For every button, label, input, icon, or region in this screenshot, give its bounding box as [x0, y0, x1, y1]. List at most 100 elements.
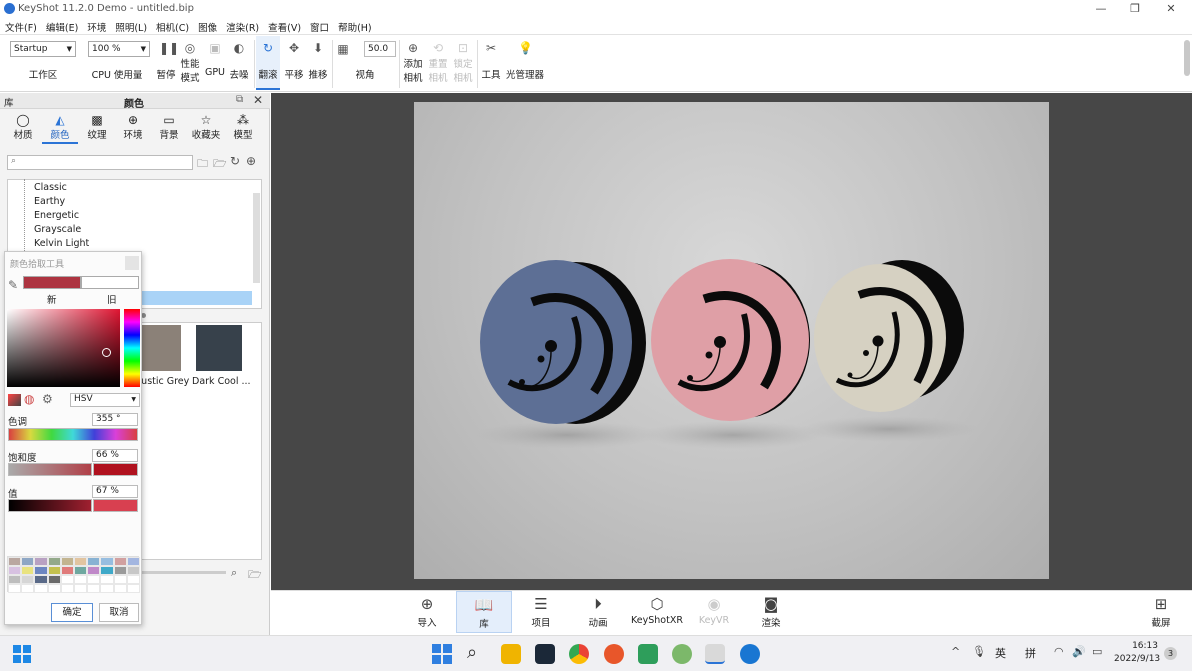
ime-language[interactable]: 英 [995, 645, 1006, 661]
palette-swatch[interactable] [8, 584, 22, 593]
palette-swatch[interactable] [60, 557, 74, 566]
close-button[interactable]: ✕ [1154, 0, 1188, 18]
palette-swatch[interactable] [113, 575, 127, 584]
battery-icon[interactable]: ▭ [1092, 645, 1102, 658]
old-color-preview[interactable] [81, 276, 139, 289]
palette-swatch[interactable] [8, 557, 22, 566]
windows-start-icon[interactable] [13, 645, 31, 663]
tree-item-grayscale[interactable]: Grayscale [34, 224, 81, 235]
render-canvas[interactable] [414, 102, 1049, 579]
tree-item-earthy[interactable]: Earthy [34, 196, 65, 207]
palette-swatch[interactable] [126, 566, 140, 575]
palette-swatch[interactable] [21, 584, 35, 593]
chevron-up-icon[interactable]: ^ [951, 645, 960, 658]
tab-environments[interactable]: ⊕ 环境 [118, 113, 148, 141]
thumbnail-size-slider[interactable] [142, 571, 226, 574]
keyshot-taskbar-icon[interactable] [705, 644, 725, 664]
palette-swatch[interactable] [21, 557, 35, 566]
palette-swatch[interactable] [100, 584, 114, 593]
app-icon-green[interactable] [638, 644, 658, 664]
notification-badge[interactable]: 3 [1164, 647, 1177, 660]
microphone-icon[interactable]: 🎙 [972, 645, 986, 658]
library-button[interactable]: 📖 库 [456, 591, 512, 633]
menu-image[interactable]: 图像 [193, 18, 221, 34]
palette-swatch[interactable] [34, 566, 48, 575]
saturation-input[interactable]: 66 % [92, 449, 138, 462]
color-mode-select[interactable]: HSV ▼ [70, 393, 140, 407]
palette-swatch[interactable] [47, 566, 61, 575]
ok-button[interactable]: 确定 [51, 603, 93, 622]
folder-add-icon[interactable]: 🗀 [197, 155, 208, 174]
palette-swatch[interactable] [47, 557, 61, 566]
palette-swatch[interactable] [87, 575, 101, 584]
start-button-icon[interactable] [432, 644, 452, 664]
undock-icon[interactable]: ⧉ [236, 94, 243, 105]
app-icon-blue[interactable] [740, 644, 760, 664]
tree-item-kelvin-light[interactable]: Kelvin Light [34, 238, 89, 249]
palette-swatch[interactable] [34, 557, 48, 566]
minimize-button[interactable]: — [1084, 0, 1118, 18]
palette-swatch[interactable] [21, 566, 35, 575]
color-cursor[interactable] [102, 348, 111, 357]
file-explorer-icon[interactable] [501, 644, 521, 664]
menu-view[interactable]: 查看(V) [263, 18, 305, 34]
cpu-usage-dropdown[interactable]: 100 % ▼ [88, 41, 150, 57]
volume-icon[interactable]: 🔊 [1072, 645, 1086, 658]
ribbon-scrollbar[interactable] [1184, 40, 1190, 76]
steam-icon[interactable] [535, 644, 555, 664]
crosshair-icon[interactable]: ⊕ [246, 154, 256, 168]
tab-colors[interactable]: ◭ 颜色 [42, 113, 78, 144]
folder-icon[interactable]: 🗁 [248, 566, 262, 585]
value-input[interactable]: 67 % [92, 485, 138, 498]
palette-swatch[interactable] [73, 584, 88, 593]
denoise-button[interactable]: ◐ 去噪 [228, 41, 250, 81]
tree-selected-row[interactable] [140, 291, 252, 305]
palette-swatch[interactable] [113, 584, 127, 593]
palette-swatch[interactable] [60, 566, 74, 575]
eyedropper-icon[interactable]: ✎ [8, 278, 18, 292]
picker-close-button[interactable] [125, 256, 139, 270]
color-wheel-icon[interactable]: ◍ [24, 392, 34, 406]
value-bar[interactable] [8, 499, 92, 512]
add-camera-button[interactable]: ⊕ 添加 相机 [401, 41, 425, 84]
keyshotxr-button[interactable]: ⬡ KeyShotXR [628, 591, 686, 633]
tree-item-classic[interactable]: Classic [34, 182, 67, 193]
palette-swatch[interactable] [113, 557, 127, 566]
palette-swatch[interactable] [100, 557, 114, 566]
palette-swatch[interactable] [113, 566, 127, 575]
tab-materials[interactable]: ◯ 材质 [8, 113, 38, 141]
zoom-icon[interactable]: ⌕ [231, 566, 237, 580]
menu-edit[interactable]: 编辑(E) [41, 18, 82, 34]
palette-swatch[interactable] [126, 557, 140, 566]
palette-swatch[interactable] [126, 575, 140, 584]
app-icon-orange[interactable] [604, 644, 624, 664]
search-input[interactable]: ⌕ [7, 155, 193, 170]
palette-swatch[interactable] [126, 584, 140, 593]
tools-button[interactable]: ✂ 工具 [480, 41, 502, 81]
ime-mode[interactable]: 拼 [1025, 645, 1036, 661]
tab-textures[interactable]: ▩ 纹理 [82, 113, 112, 141]
palette-swatch[interactable] [60, 584, 74, 593]
saturation-bar[interactable] [8, 463, 92, 476]
render-button[interactable]: ◙ 渲染 [743, 591, 799, 633]
tree-item-energetic[interactable]: Energetic [34, 210, 79, 221]
menu-environment[interactable]: 环境 [82, 18, 110, 34]
close-panel-icon[interactable]: ✕ [253, 93, 263, 107]
gradient-mode-icon[interactable] [8, 394, 21, 406]
screenshot-button[interactable]: ⊞ 截屏 [1133, 591, 1189, 633]
palette-swatch[interactable] [8, 575, 22, 584]
menu-window[interactable]: 窗口 [305, 18, 333, 34]
app-icon-leaf[interactable] [672, 644, 692, 664]
menu-camera[interactable]: 相机(C) [151, 18, 193, 34]
hue-slider[interactable] [124, 309, 140, 387]
keyvr-button[interactable]: ◉ KeyVR [686, 591, 742, 633]
palette-swatch[interactable] [47, 584, 61, 593]
pan-button[interactable]: ✥ 平移 [283, 41, 305, 81]
dolly-button[interactable]: ⬇ 推移 [307, 41, 329, 81]
palette-swatch[interactable] [73, 575, 88, 584]
project-button[interactable]: ☰ 项目 [513, 591, 569, 633]
clock-time[interactable]: 16:13 [1118, 641, 1158, 651]
hue-bar[interactable] [8, 428, 138, 441]
tab-models[interactable]: ⁂ 模型 [228, 113, 258, 141]
pause-button[interactable]: ❚❚ 暂停 [155, 41, 179, 81]
